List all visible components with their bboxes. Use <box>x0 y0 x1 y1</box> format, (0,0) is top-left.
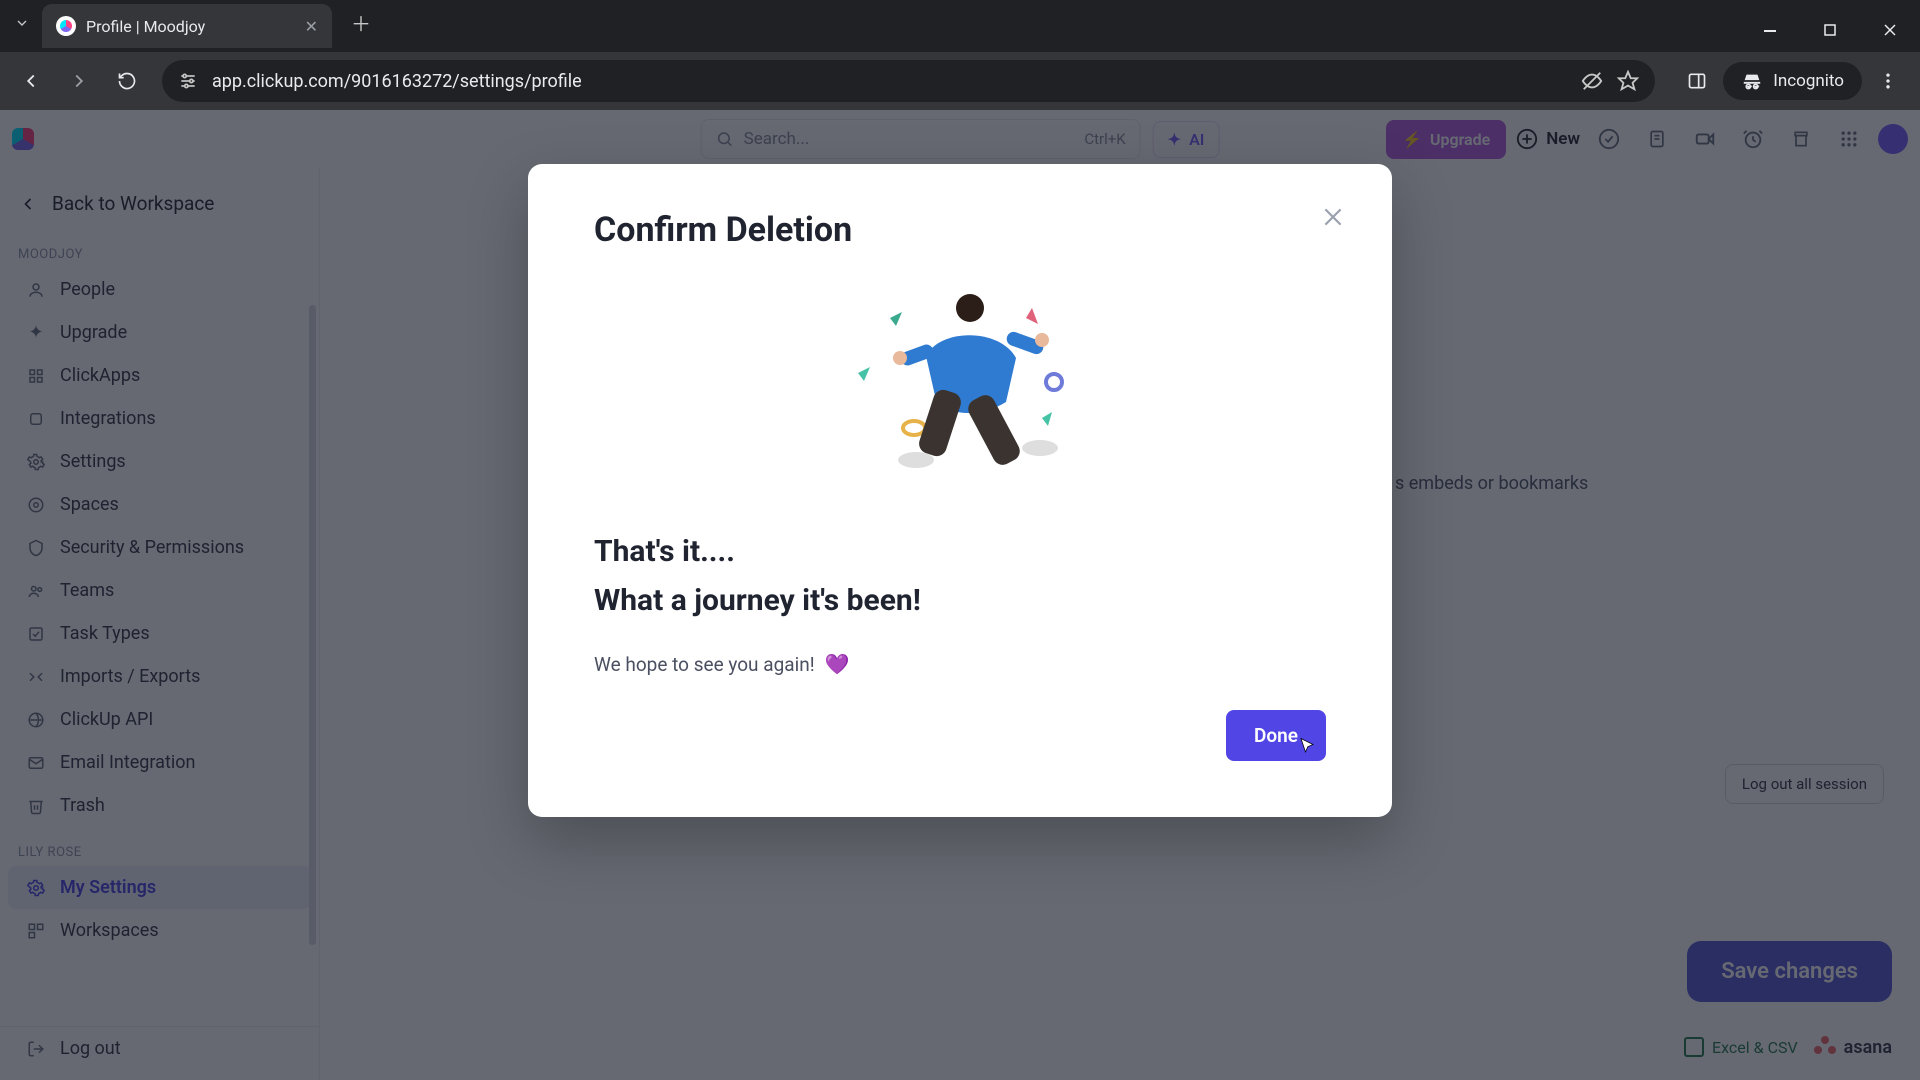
close-icon <box>1320 204 1346 230</box>
modal-overlay[interactable]: Confirm Deletion <box>0 110 1920 1080</box>
nav-reload[interactable] <box>106 60 148 102</box>
new-tab-button[interactable]: ＋ <box>346 7 376 37</box>
incognito-chip[interactable]: Incognito <box>1723 62 1862 100</box>
modal-heading-line2: What a journey it's been! <box>594 583 1326 618</box>
tab-title: Profile | Moodjoy <box>86 17 295 36</box>
confirm-deletion-modal: Confirm Deletion <box>528 164 1392 817</box>
window-maximize[interactable] <box>1800 8 1860 52</box>
modal-heading-line1: That's it.... <box>594 534 1326 569</box>
heart-icon: 💜 <box>825 652 850 676</box>
done-button[interactable]: Done <box>1226 710 1326 761</box>
browser-tab[interactable]: Profile | Moodjoy ✕ <box>42 4 332 48</box>
modal-body-text: We hope to see you again! <box>594 653 815 676</box>
done-label: Done <box>1254 724 1298 747</box>
modal-close-button[interactable] <box>1314 198 1352 236</box>
window-minimize[interactable] <box>1740 8 1800 52</box>
modal-title: Confirm Deletion <box>594 210 1326 250</box>
app-root: Search... Ctrl+K ✦ AI ⚡ Upgrade New <box>0 110 1920 1080</box>
cursor-icon <box>1298 737 1316 755</box>
nav-forward[interactable] <box>58 60 100 102</box>
browser-menu-icon[interactable] <box>1866 60 1910 102</box>
browser-toolbar: app.clickup.com/9016163272/settings/prof… <box>0 52 1920 110</box>
site-settings-icon[interactable] <box>178 71 198 91</box>
tab-close-icon[interactable]: ✕ <box>305 17 318 36</box>
tab-favicon <box>56 16 76 36</box>
browser-titlebar: Profile | Moodjoy ✕ ＋ <box>0 0 1920 52</box>
tab-list-dropdown[interactable] <box>8 9 36 37</box>
tracking-protection-icon[interactable] <box>1581 70 1603 92</box>
omnibox[interactable]: app.clickup.com/9016163272/settings/prof… <box>162 60 1655 102</box>
modal-illustration <box>594 268 1326 518</box>
window-close[interactable] <box>1860 8 1920 52</box>
nav-back[interactable] <box>10 60 52 102</box>
bookmark-star-icon[interactable] <box>1617 70 1639 92</box>
omnibox-url: app.clickup.com/9016163272/settings/prof… <box>212 71 1567 92</box>
side-panel-icon[interactable] <box>1675 60 1719 102</box>
incognito-label: Incognito <box>1773 71 1844 91</box>
incognito-icon <box>1741 70 1763 92</box>
